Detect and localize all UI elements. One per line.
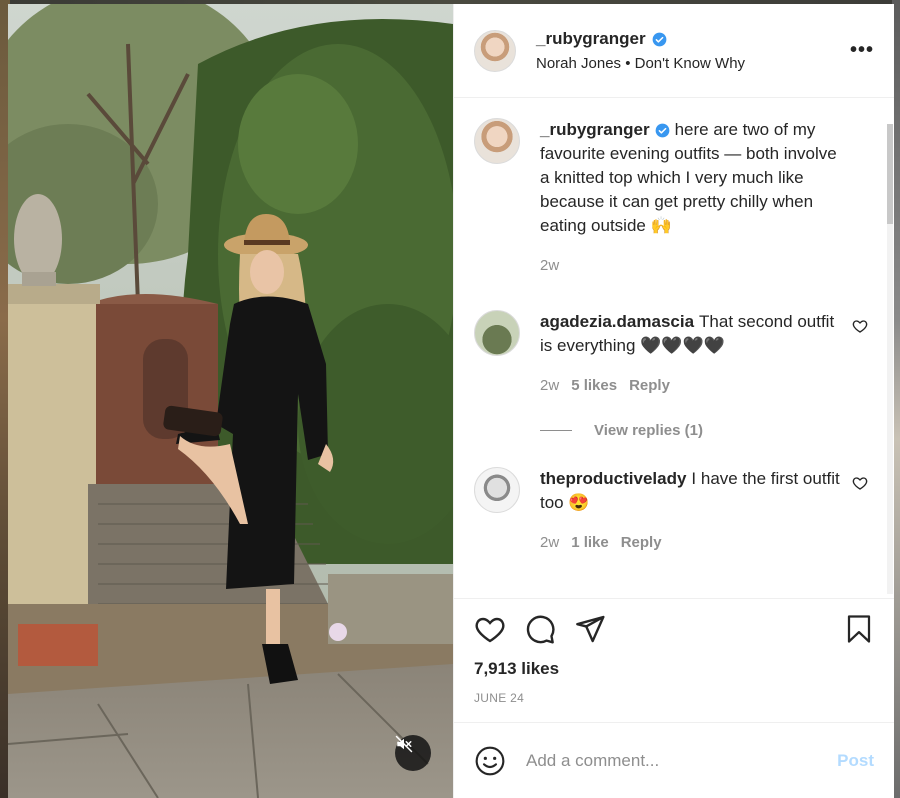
likes-count[interactable]: 7,913 likes	[474, 659, 874, 679]
comment-body: agadezia.damascia That second outfit is e…	[540, 310, 840, 398]
muted-speaker-icon	[395, 735, 413, 753]
comment-icon[interactable]	[524, 613, 556, 645]
reply-button[interactable]: Reply	[629, 374, 670, 398]
author-username[interactable]: _rubygranger	[536, 29, 667, 49]
commenter-avatar[interactable]	[474, 310, 520, 356]
caption-username[interactable]: _rubygranger	[540, 120, 650, 139]
comment-meta: 2w 5 likes Reply	[540, 374, 840, 398]
verified-badge-icon	[655, 123, 669, 138]
mute-toggle-button[interactable]	[395, 735, 431, 771]
comment-likes[interactable]: 5 likes	[571, 374, 617, 398]
audio-track-link[interactable]: Norah Jones • Don't Know Why	[536, 55, 846, 72]
comment-item: agadezia.damascia That second outfit is e…	[474, 310, 868, 398]
comments-list[interactable]: _rubygranger here are two of my favourite…	[454, 98, 894, 598]
post-comment-button[interactable]: Post	[837, 751, 874, 771]
comment-composer: Post	[454, 722, 894, 798]
comment-input[interactable]	[526, 750, 838, 771]
post-modal: _rubygranger Norah Jones • Don't Know Wh…	[8, 4, 894, 798]
commenter-username[interactable]: agadezia.damascia	[540, 312, 694, 331]
reply-button[interactable]: Reply	[621, 531, 662, 555]
more-options-button[interactable]: •••	[846, 35, 878, 66]
comment-timestamp[interactable]: 2w	[540, 374, 559, 398]
post-media[interactable]	[8, 4, 453, 798]
caption-body: _rubygranger here are two of my favourite…	[540, 118, 840, 278]
caption-avatar[interactable]	[474, 118, 520, 164]
bookmark-icon[interactable]	[844, 613, 874, 645]
commenter-avatar[interactable]	[474, 467, 520, 513]
commenter-username[interactable]: theproductivelady	[540, 469, 686, 488]
post-actions: 7,913 likes JUNE 24	[454, 598, 894, 722]
share-icon[interactable]	[574, 613, 606, 645]
comment-likes[interactable]: 1 like	[571, 531, 609, 555]
more-options-icon: •••	[849, 39, 874, 61]
comment-item: theproductivelady I have the first outfit…	[474, 467, 868, 555]
comment-meta: 2w 1 like Reply	[540, 531, 840, 555]
emoji-icon[interactable]	[474, 745, 506, 777]
comment-timestamp[interactable]: 2w	[540, 531, 559, 555]
view-replies-button[interactable]: View replies (1)	[540, 422, 868, 439]
post-header: _rubygranger Norah Jones • Don't Know Wh…	[454, 4, 894, 98]
action-icons-row	[474, 613, 874, 645]
post-photo	[8, 4, 453, 798]
caption-meta: 2w	[540, 254, 840, 278]
post-details-panel: _rubygranger Norah Jones • Don't Know Wh…	[453, 4, 894, 798]
heart-icon[interactable]	[474, 613, 506, 645]
caption-timestamp[interactable]: 2w	[540, 254, 559, 278]
author-avatar[interactable]	[474, 29, 516, 72]
comment-like-heart-icon[interactable]	[852, 318, 868, 334]
post-date[interactable]: JUNE 24	[474, 691, 874, 705]
comments-scrollbar-thumb[interactable]	[887, 124, 893, 224]
author-meta: _rubygranger Norah Jones • Don't Know Wh…	[536, 29, 846, 72]
verified-badge-icon	[652, 32, 666, 46]
caption: _rubygranger here are two of my favourite…	[474, 118, 868, 278]
comment-like-heart-icon[interactable]	[852, 475, 868, 491]
view-replies-label: View replies (1)	[594, 422, 703, 439]
comment-body: theproductivelady I have the first outfit…	[540, 467, 840, 555]
author-username-text[interactable]: _rubygranger	[536, 29, 646, 49]
